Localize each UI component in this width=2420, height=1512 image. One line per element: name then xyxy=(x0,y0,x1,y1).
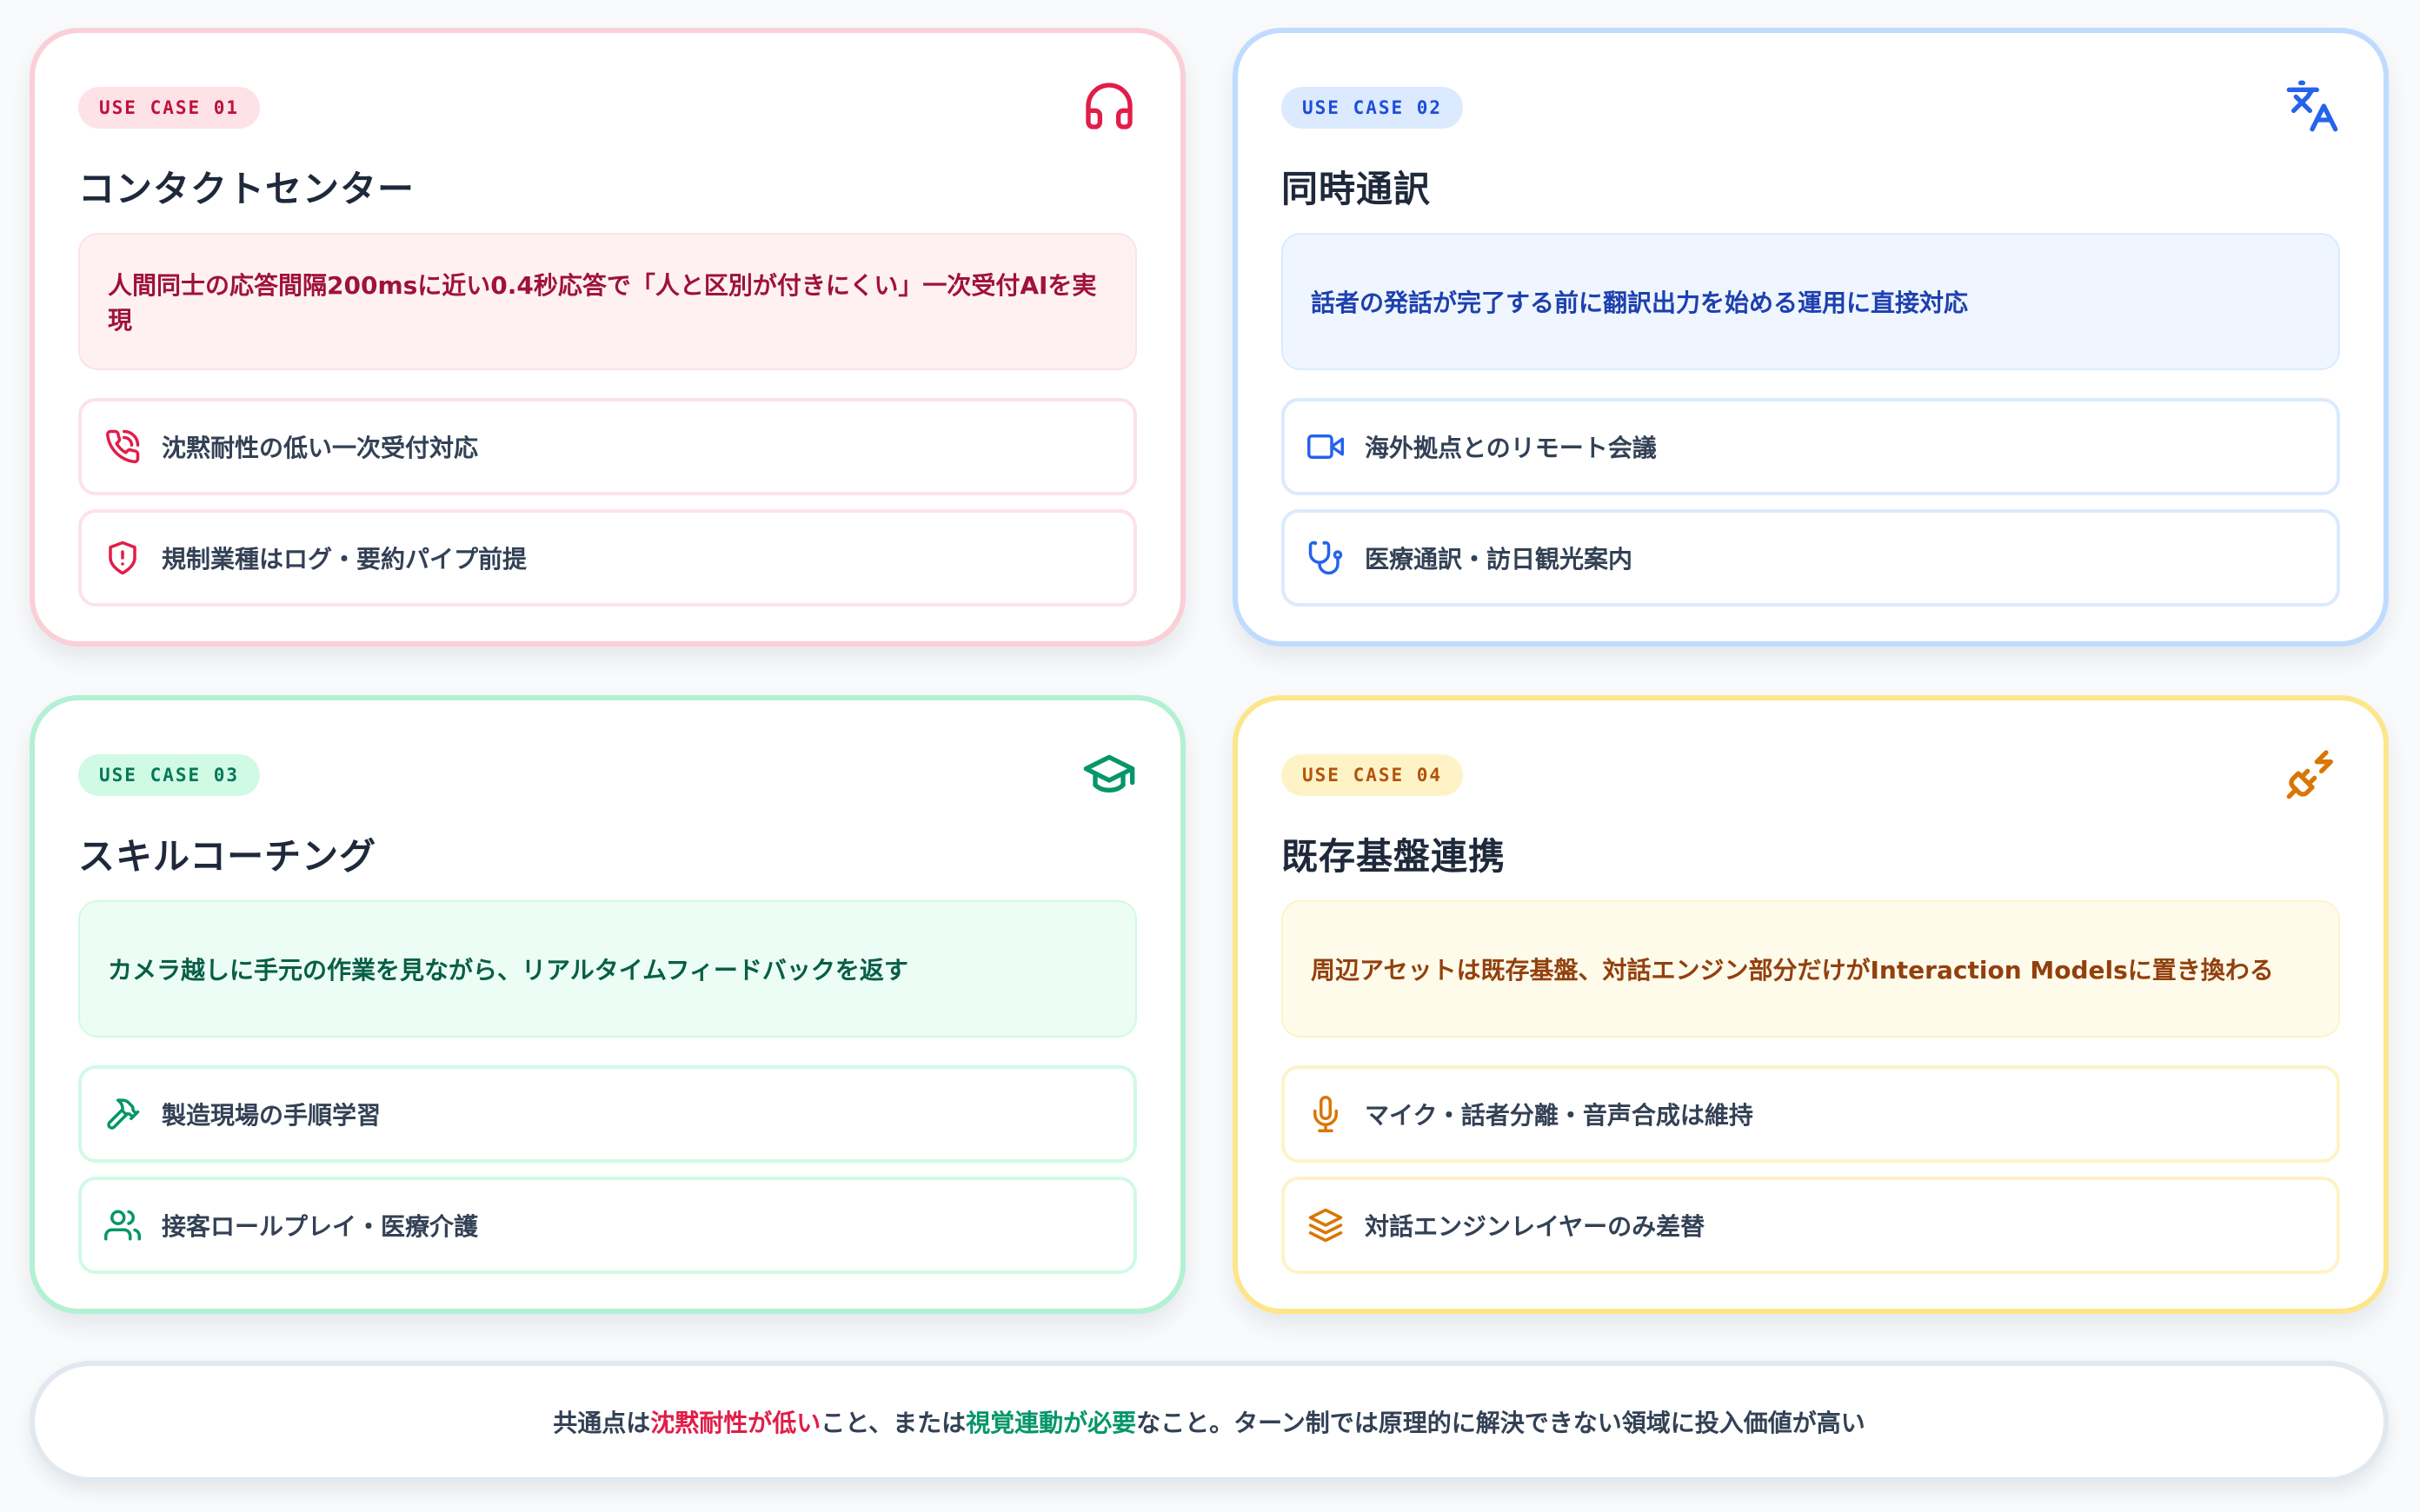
card-highlight: 人間同士の応答間隔200msに近い0.4秒応答で「人と区別が付きにくい」一次受付… xyxy=(78,233,1137,370)
plug-icon xyxy=(2284,746,2340,801)
card-highlight: カメラ越しに手元の作業を見ながら、リアルタイムフィードバックを返す xyxy=(78,900,1137,1038)
use-case-badge: USE CASE 02 xyxy=(1281,87,1464,129)
translate-icon xyxy=(2284,78,2340,134)
shield-alert-icon xyxy=(104,540,141,576)
list-item-label: マイク・話者分離・音声合成は維持 xyxy=(1365,1101,1753,1130)
list-item-label: 海外拠点とのリモート会議 xyxy=(1365,434,1657,462)
stethoscope-icon xyxy=(1307,540,1344,576)
list-item-label: 沈黙耐性の低い一次受付対応 xyxy=(162,434,479,462)
layers-icon xyxy=(1307,1207,1344,1243)
use-case-badge: USE CASE 04 xyxy=(1281,754,1464,796)
list-item-label: 接客ロールプレイ・医療介護 xyxy=(162,1212,479,1241)
microphone-icon xyxy=(1307,1096,1344,1132)
card-title: スキルコーチング xyxy=(78,835,377,878)
use-case-card-skill-coaching: USE CASE 03 スキルコーチング カメラ越しに手元の作業を見ながら、リア… xyxy=(30,695,1186,1314)
use-case-badge: USE CASE 01 xyxy=(78,87,261,129)
list-item-label: 対話エンジンレイヤーのみ差替 xyxy=(1365,1212,1705,1241)
list-item: 海外拠点とのリモート会議 xyxy=(1281,398,2340,495)
list-item: 医療通訳・訪日観光案内 xyxy=(1281,509,2340,607)
list-item: 規制業種はログ・要約パイプ前提 xyxy=(78,509,1137,607)
list-item: 接客ロールプレイ・医療介護 xyxy=(78,1177,1137,1274)
video-camera-icon xyxy=(1307,428,1344,465)
list-item: 対話エンジンレイヤーのみ差替 xyxy=(1281,1177,2340,1274)
summary-text-part: こと、または xyxy=(821,1409,967,1437)
summary-highlight-visual: 視覚連動が必要 xyxy=(966,1409,1137,1437)
list-item-label: 規制業種はログ・要約パイプ前提 xyxy=(162,545,528,574)
summary-text-part: 共通点は xyxy=(553,1409,651,1437)
headphones-icon xyxy=(1081,78,1137,134)
use-case-card-existing-integration: USE CASE 04 既存基盤連携 周辺アセットは既存基盤、対話エンジン部分だ… xyxy=(1233,695,2389,1314)
use-case-card-contact-center: USE CASE 01 コンタクトセンター 人間同士の応答間隔200msに近い0… xyxy=(30,28,1186,647)
summary-highlight-silence: 沈黙耐性が低い xyxy=(650,1409,821,1437)
card-title: コンタクトセンター xyxy=(78,168,416,210)
graduation-cap-icon xyxy=(1081,746,1137,801)
list-item-label: 医療通訳・訪日観光案内 xyxy=(1365,545,1633,574)
list-item: 沈黙耐性の低い一次受付対応 xyxy=(78,398,1137,495)
phone-call-icon xyxy=(104,428,141,465)
list-item: マイク・話者分離・音声合成は維持 xyxy=(1281,1065,2340,1163)
card-title: 既存基盤連携 xyxy=(1281,835,1506,878)
users-icon xyxy=(104,1207,141,1243)
card-highlight: 話者の発話が完了する前に翻訳出力を始める運用に直接対応 xyxy=(1281,233,2340,370)
use-case-badge: USE CASE 03 xyxy=(78,754,261,796)
summary-banner: 共通点は 沈黙耐性が低い こと、または 視覚連動が必要 なこと。ターン制では原理的に解決… xyxy=(30,1361,2389,1482)
summary-text-part: なこと。ターン制では原理的に解決できない領域に投入価値が高い xyxy=(1136,1409,1865,1437)
card-title: 同時通訳 xyxy=(1281,168,1432,210)
list-item-label: 製造現場の手順学習 xyxy=(162,1101,382,1130)
hammer-icon xyxy=(104,1096,141,1132)
card-highlight: 周辺アセットは既存基盤、対話エンジン部分だけがInteraction Model… xyxy=(1281,900,2340,1038)
use-case-card-simultaneous-interpretation: USE CASE 02 同時通訳 話者の発話が完了する前に翻訳出力を始める運用に… xyxy=(1233,28,2389,647)
list-item: 製造現場の手順学習 xyxy=(78,1065,1137,1163)
